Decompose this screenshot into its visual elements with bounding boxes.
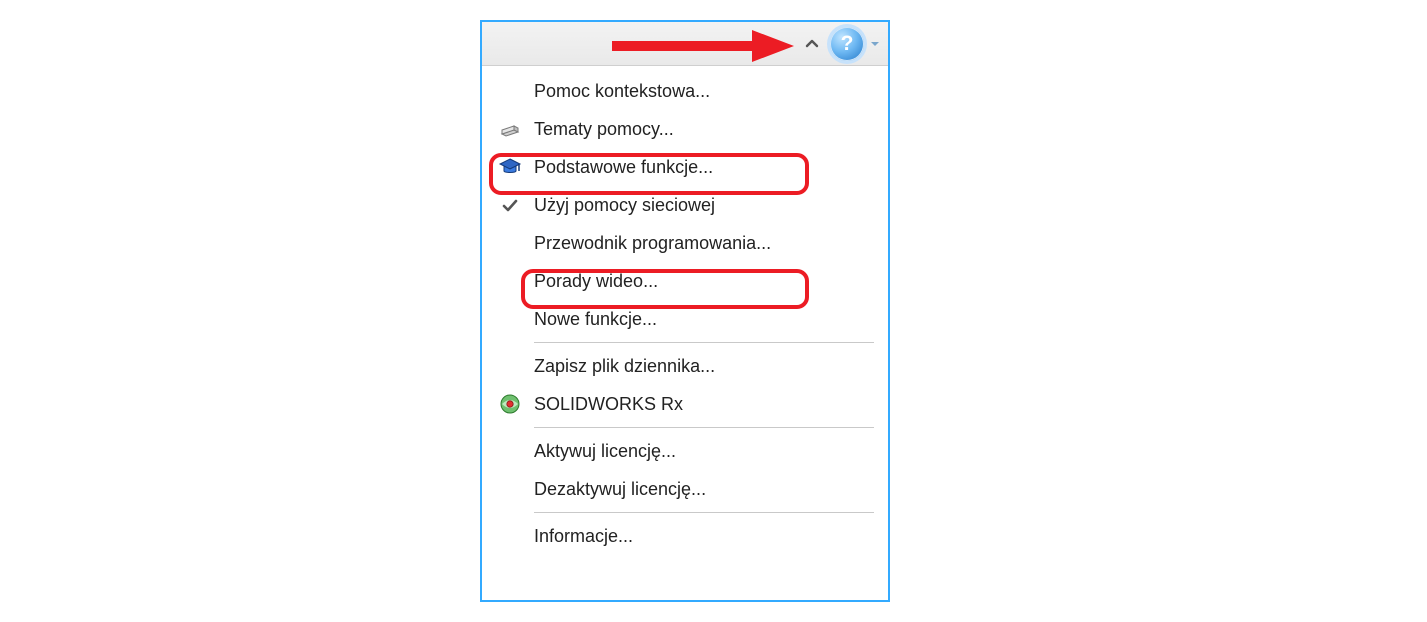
check-icon xyxy=(492,191,528,219)
blank-icon xyxy=(492,437,528,465)
blank-icon xyxy=(492,522,528,550)
menu-item-label: Tematy pomocy... xyxy=(528,119,674,140)
help-menu: Pomoc kontekstowa... Tematy pomocy... xyxy=(482,66,888,561)
menu-item-label: Zapisz plik dziennika... xyxy=(528,356,715,377)
blank-icon xyxy=(492,229,528,257)
menu-item-label: Podstawowe funkcje... xyxy=(528,157,713,178)
menu-item-about[interactable]: Informacje... xyxy=(482,517,888,555)
menu-item-label: Nowe funkcje... xyxy=(528,309,657,330)
menu-item-label: Informacje... xyxy=(528,526,633,547)
blank-icon xyxy=(492,475,528,503)
menu-item-deactivate-license[interactable]: Dezaktywuj licencję... xyxy=(482,470,888,508)
menu-separator xyxy=(534,342,874,343)
menu-item-help-topics[interactable]: Tematy pomocy... xyxy=(482,110,888,148)
chevron-down-icon xyxy=(870,39,880,49)
menu-item-use-web-help[interactable]: Użyj pomocy sieciowej xyxy=(482,186,888,224)
help-menu-window: ? Pomoc kontekstowa... xyxy=(480,20,890,602)
blank-icon xyxy=(492,352,528,380)
menu-item-label: Dezaktywuj licencję... xyxy=(528,479,706,500)
collapse-button[interactable] xyxy=(800,32,824,56)
chevron-up-icon xyxy=(804,36,820,52)
menu-item-basic-functions[interactable]: Podstawowe funkcje... xyxy=(482,148,888,186)
menu-item-help-contextual[interactable]: Pomoc kontekstowa... xyxy=(482,72,888,110)
help-dropdown-button[interactable] xyxy=(868,27,882,61)
help-button[interactable]: ? xyxy=(830,27,864,61)
menu-item-label: Użyj pomocy sieciowej xyxy=(528,195,715,216)
menu-item-label: Przewodnik programowania... xyxy=(528,233,771,254)
menu-item-new-functions[interactable]: Nowe funkcje... xyxy=(482,300,888,338)
book-icon xyxy=(492,115,528,143)
menu-item-programming-guide[interactable]: Przewodnik programowania... xyxy=(482,224,888,262)
menu-item-label: Pomoc kontekstowa... xyxy=(528,81,710,102)
menu-item-solidworks-rx[interactable]: SOLIDWORKS Rx xyxy=(482,385,888,423)
blank-icon xyxy=(492,305,528,333)
menu-separator xyxy=(534,512,874,513)
graduation-cap-icon xyxy=(492,153,528,181)
menu-item-save-log[interactable]: Zapisz plik dziennika... xyxy=(482,347,888,385)
menu-item-label: Porady wideo... xyxy=(528,271,658,292)
question-mark-icon: ? xyxy=(841,32,854,56)
toolbar: ? xyxy=(482,22,888,66)
menu-item-label: Aktywuj licencję... xyxy=(528,441,676,462)
blank-icon xyxy=(492,267,528,295)
menu-item-label: SOLIDWORKS Rx xyxy=(528,394,683,415)
globe-rx-icon xyxy=(492,390,528,418)
blank-icon xyxy=(492,77,528,105)
menu-item-video-tips[interactable]: Porady wideo... xyxy=(482,262,888,300)
menu-item-activate-license[interactable]: Aktywuj licencję... xyxy=(482,432,888,470)
menu-separator xyxy=(534,427,874,428)
